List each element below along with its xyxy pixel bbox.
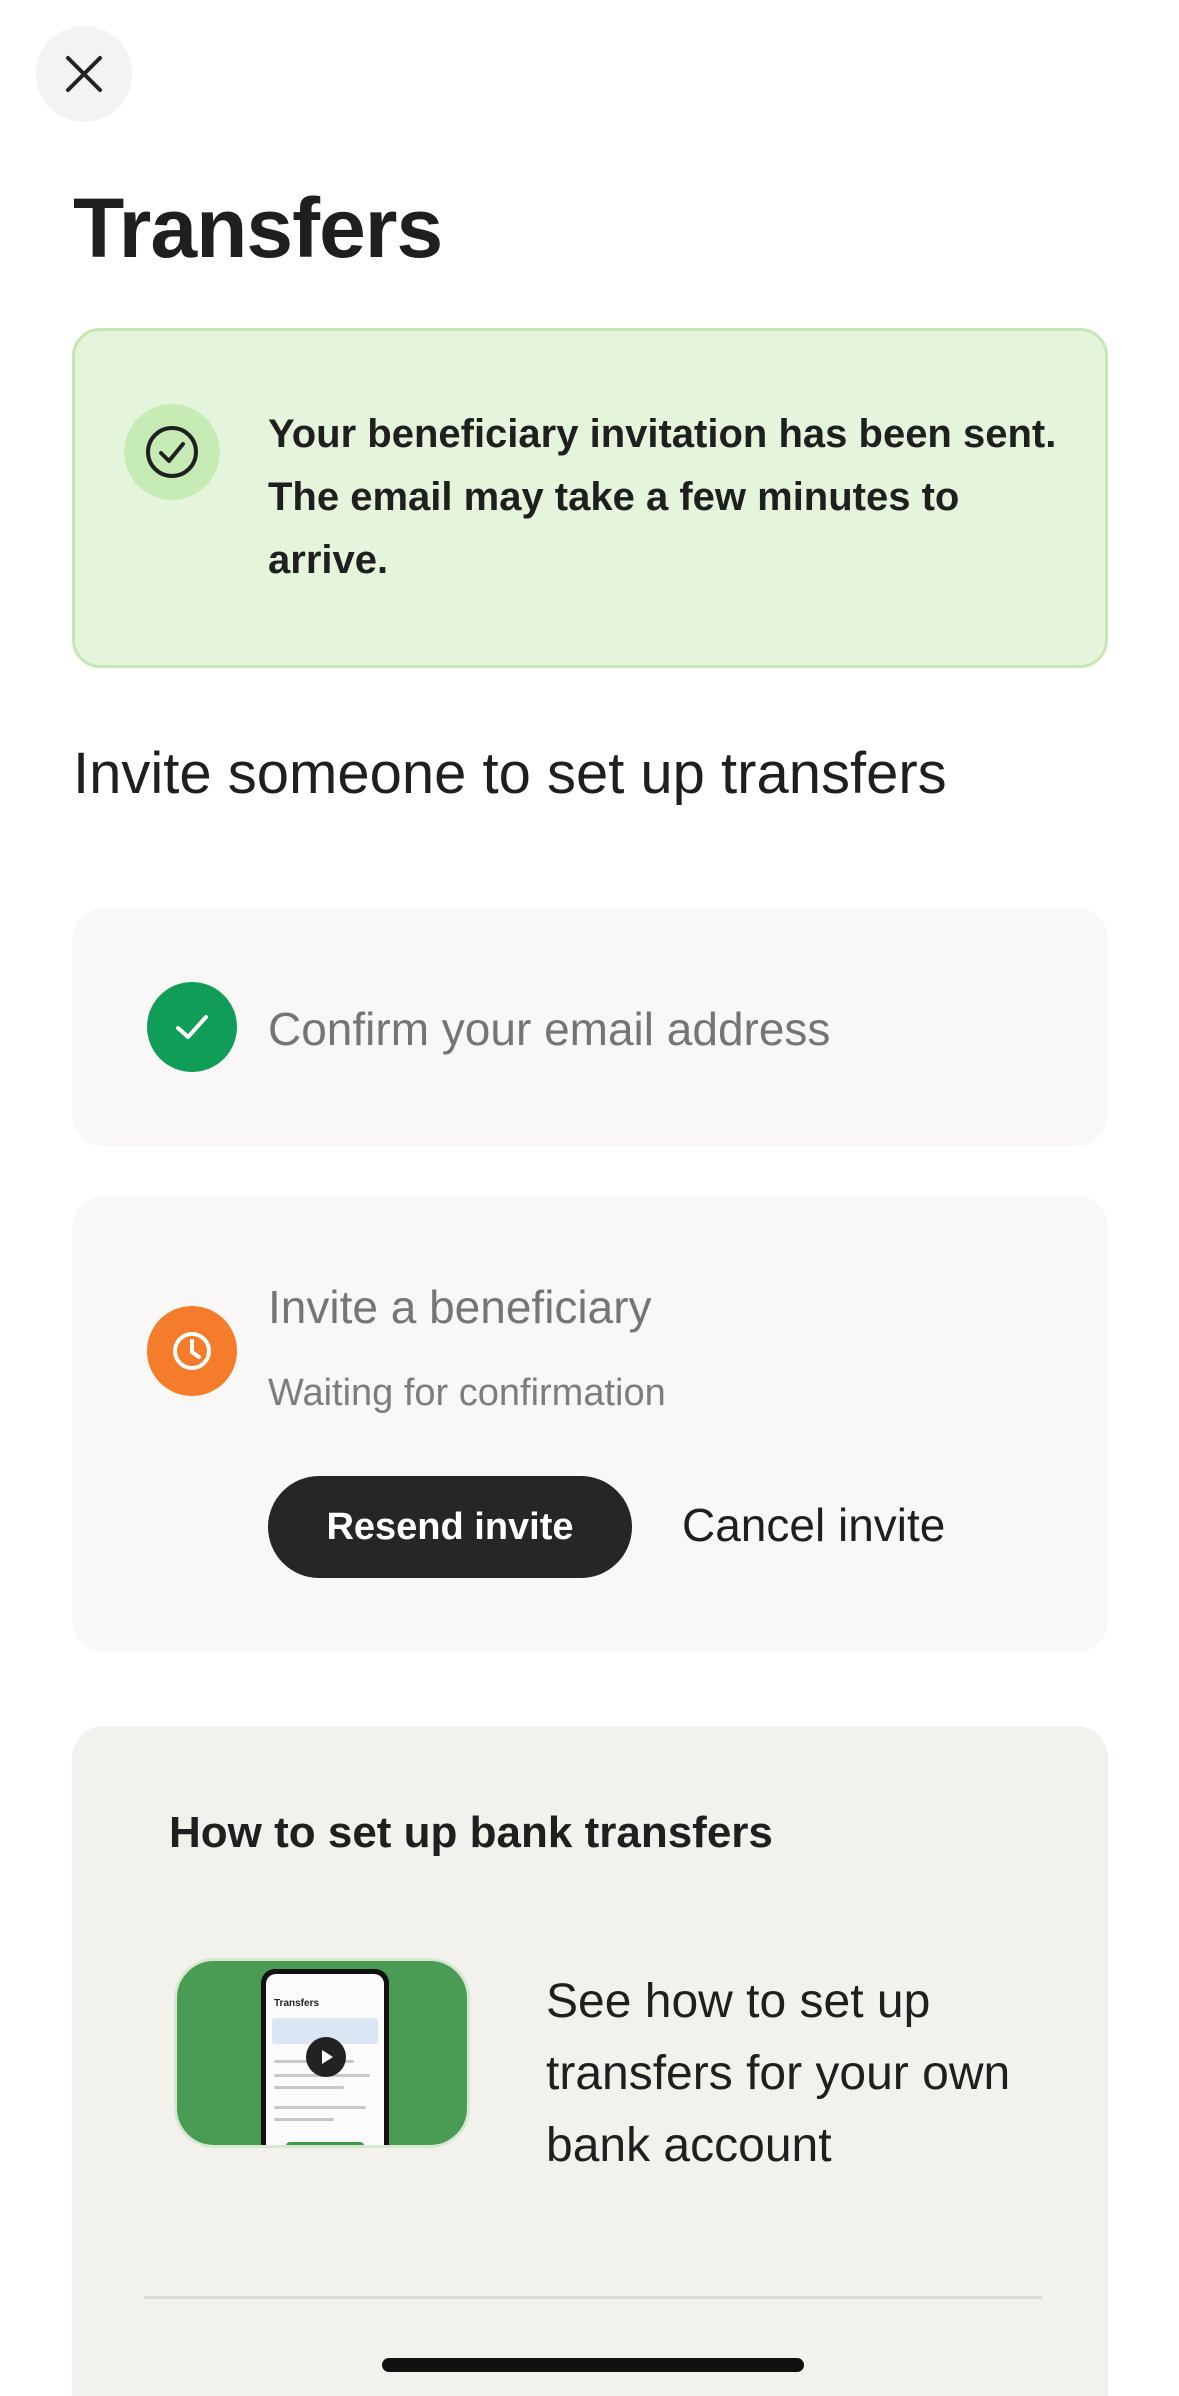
help-card: How to set up bank transfers Transfers S…: [72, 1726, 1108, 2396]
close-icon: [66, 56, 102, 92]
banner-message: Your beneficiary invitation has been sen…: [268, 412, 1057, 582]
section-heading: Invite someone to set up transfers: [73, 741, 947, 806]
home-indicator[interactable]: [382, 2358, 804, 2372]
close-button[interactable]: [36, 26, 132, 122]
cancel-invite-button[interactable]: Cancel invite: [682, 1498, 945, 1552]
transfers-screen: Transfers Your beneficiary invitation ha…: [0, 0, 1179, 2396]
step-label: Invite a beneficiary: [268, 1281, 652, 1333]
step-confirm-email: Confirm your email address: [72, 908, 1108, 1146]
help-description[interactable]: See how to set up transfers for your own…: [546, 1966, 1066, 2182]
clock-icon: [147, 1306, 237, 1396]
video-thumbnail[interactable]: Transfers: [174, 1958, 470, 2148]
divider: [144, 2296, 1042, 2299]
check-icon: [147, 982, 237, 1072]
step-status-text: Waiting for confirmation: [268, 1372, 666, 1414]
step-invite-beneficiary: Invite a beneficiary Waiting for confirm…: [72, 1196, 1108, 1652]
step-label: Confirm your email address: [268, 1003, 831, 1055]
thumbnail-title: Transfers: [274, 1998, 320, 2009]
success-banner: Your beneficiary invitation has been sen…: [72, 328, 1108, 668]
help-title: How to set up bank transfers: [169, 1808, 773, 1857]
play-icon[interactable]: [306, 2037, 346, 2077]
page-title: Transfers: [73, 181, 443, 275]
resend-invite-button[interactable]: Resend invite: [268, 1476, 632, 1578]
check-circle-icon: [124, 404, 220, 500]
